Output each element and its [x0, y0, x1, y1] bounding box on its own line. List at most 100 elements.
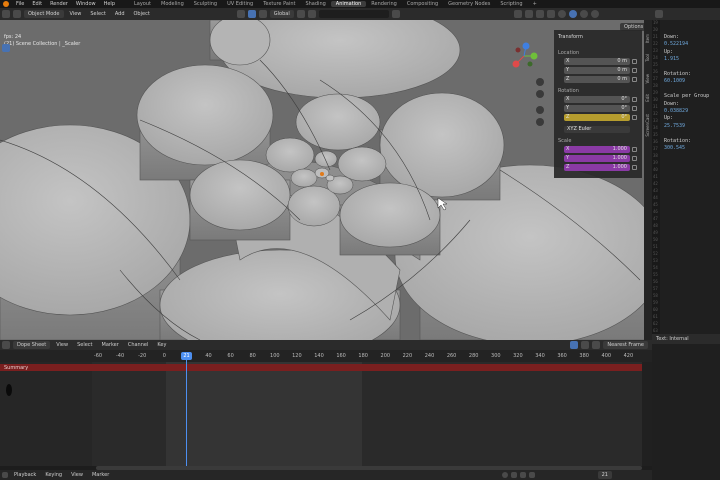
workspace-tab-sculpting[interactable]: Sculpting	[189, 1, 222, 7]
lock-rotation-y-icon[interactable]	[632, 106, 637, 111]
dopesheet-menu-select[interactable]: Select	[74, 342, 95, 348]
only-selected-icon[interactable]	[570, 341, 579, 349]
record-icon[interactable]	[501, 472, 508, 478]
pivot-icon[interactable]	[236, 10, 245, 18]
dopesheet-vertical-scrollbar[interactable]	[642, 362, 652, 466]
select-tool-icon[interactable]	[2, 44, 10, 52]
jump-end-icon[interactable]	[528, 472, 535, 478]
blender-logo-icon[interactable]	[3, 1, 9, 7]
workspace-tab-compositing[interactable]: Compositing	[402, 1, 443, 7]
gizmo-icon[interactable]	[524, 10, 533, 18]
xray-icon[interactable]	[546, 10, 555, 18]
shading-wireframe-icon[interactable]	[557, 10, 566, 18]
gizmo-y-axis[interactable]	[530, 52, 538, 60]
gizmo-x-axis[interactable]	[512, 60, 520, 68]
editor-type-icon[interactable]	[2, 10, 10, 18]
rotation-mode-dropdown[interactable]: XYZ Euler	[564, 126, 630, 133]
shading-solid-icon[interactable]	[568, 10, 577, 18]
rotation-x-field[interactable]: X 0°	[564, 96, 630, 103]
visibility-icon[interactable]	[513, 10, 522, 18]
summary-channel-row[interactable]	[0, 364, 642, 371]
lock-scale-y-icon[interactable]	[632, 156, 637, 161]
transform-section-title[interactable]: Transform	[558, 34, 583, 40]
lock-scale-z-icon[interactable]	[632, 165, 637, 170]
sidebar-tab-tool[interactable]: Tool	[645, 54, 651, 62]
workspace-tab-uv-editing[interactable]: UV Editing	[222, 1, 258, 7]
workspace-tab-layout[interactable]: Layout	[129, 1, 156, 7]
rotation-z-field[interactable]: Z 0°	[564, 114, 630, 121]
location-x-field[interactable]: X0 m	[564, 58, 630, 65]
timeline-menu-playback[interactable]: Playback	[11, 472, 39, 478]
text-editor-panel[interactable]: 19 20 21 22 23 24 25 26 27 28 29 30 31 32 33 34 35 36 37 38…	[652, 8, 720, 480]
filter-icon[interactable]	[391, 10, 400, 18]
text-editor-type-icon[interactable]	[655, 10, 663, 18]
dopesheet-menu-view[interactable]: View	[53, 342, 71, 348]
overlay-icon[interactable]	[535, 10, 544, 18]
lock-location-y-icon[interactable]	[632, 68, 637, 73]
select-box-icon[interactable]	[13, 10, 21, 18]
workspace-tab-texture-paint[interactable]: Texture Paint	[258, 1, 300, 7]
playhead-line[interactable]	[186, 355, 187, 466]
scale-z-field[interactable]: Z 1.000	[564, 164, 630, 171]
perspective-toggle-icon[interactable]	[536, 118, 544, 126]
lock-location-z-icon[interactable]	[632, 77, 637, 82]
location-z-field[interactable]: Z0 m	[564, 76, 630, 83]
menu-help[interactable]: Help	[100, 1, 119, 7]
timeline-menu-keying[interactable]: Keying	[42, 472, 65, 478]
workspace-tab-scripting[interactable]: Scripting	[495, 1, 527, 7]
transform-orientation-selector[interactable]: Global	[269, 10, 294, 18]
timeline-menu-view[interactable]: View	[68, 472, 86, 478]
falloff-icon[interactable]	[307, 10, 316, 18]
lock-scale-x-icon[interactable]	[632, 147, 637, 152]
jump-start-icon[interactable]	[510, 472, 517, 478]
viewport-menu-object[interactable]: Object	[131, 11, 153, 17]
workspace-tab-shading[interactable]: Shading	[300, 1, 330, 7]
filters-icon[interactable]	[592, 341, 601, 349]
sidebar-tab-item[interactable]: Item	[645, 34, 651, 43]
timeline-editor-type-icon[interactable]	[2, 472, 8, 478]
dopesheet-menu-marker[interactable]: Marker	[99, 342, 122, 348]
pan-hand-icon[interactable]	[536, 90, 544, 98]
menu-edit[interactable]: Edit	[28, 1, 46, 7]
channel-filter-icon[interactable]	[6, 384, 12, 396]
scale-y-field[interactable]: Y 1.000	[564, 155, 630, 162]
shading-rendered-icon[interactable]	[590, 10, 599, 18]
workspace-tab-geometry-nodes[interactable]: Geometry Nodes	[443, 1, 495, 7]
current-frame-indicator[interactable]: 21	[181, 352, 192, 360]
dopesheet-menu-key[interactable]: Key	[154, 342, 169, 348]
snap-icon[interactable]	[247, 10, 256, 18]
sidebar-tab-edit[interactable]: Edit	[645, 94, 651, 102]
dopesheet-menu-channel[interactable]: Channel	[125, 342, 152, 348]
sidebar-tab-screencast[interactable]: ScreenCast	[645, 114, 651, 137]
menu-window[interactable]: Window	[72, 1, 100, 7]
workspace-tab-rendering[interactable]: Rendering	[366, 1, 402, 7]
dopesheet-mode-selector[interactable]: Dope Sheet	[13, 341, 51, 349]
location-y-field[interactable]: Y0 m	[564, 67, 630, 74]
rotation-y-field[interactable]: Y 0°	[564, 105, 630, 112]
show-errors-icon[interactable]	[581, 341, 590, 349]
scale-x-field[interactable]: X 1.000	[564, 146, 630, 153]
mode-selector[interactable]: Object Mode	[24, 10, 64, 18]
zoom-icon[interactable]	[536, 78, 544, 86]
gizmo-z-axis[interactable]	[522, 42, 530, 50]
lock-location-x-icon[interactable]	[632, 59, 637, 64]
timeline-menu-marker[interactable]: Marker	[89, 472, 112, 478]
sidebar-tab-view[interactable]: View	[645, 74, 651, 84]
camera-view-icon[interactable]	[536, 106, 544, 114]
workspace-tab-animation[interactable]: Animation	[330, 1, 367, 7]
add-workspace-button[interactable]: +	[528, 1, 542, 7]
play-icon[interactable]	[519, 472, 526, 478]
snapping-dropdown[interactable]: Nearest Frame	[603, 341, 648, 349]
viewport-menu-add[interactable]: Add	[112, 11, 128, 17]
current-frame-field[interactable]: 21	[597, 471, 612, 479]
lock-rotation-x-icon[interactable]	[632, 97, 637, 102]
workspace-tab-modeling[interactable]: Modeling	[156, 1, 189, 7]
frame-ruler[interactable]: -60-40-200204060801001201401601802002202…	[0, 350, 652, 362]
proportional-edit-icon[interactable]	[258, 10, 267, 18]
magnet-icon[interactable]	[296, 10, 305, 18]
menu-file[interactable]: File	[12, 1, 28, 7]
viewport-search-input[interactable]	[318, 10, 389, 18]
lock-rotation-z-icon[interactable]	[632, 115, 637, 120]
viewport-menu-select[interactable]: Select	[87, 11, 108, 17]
menu-render[interactable]: Render	[46, 1, 72, 7]
